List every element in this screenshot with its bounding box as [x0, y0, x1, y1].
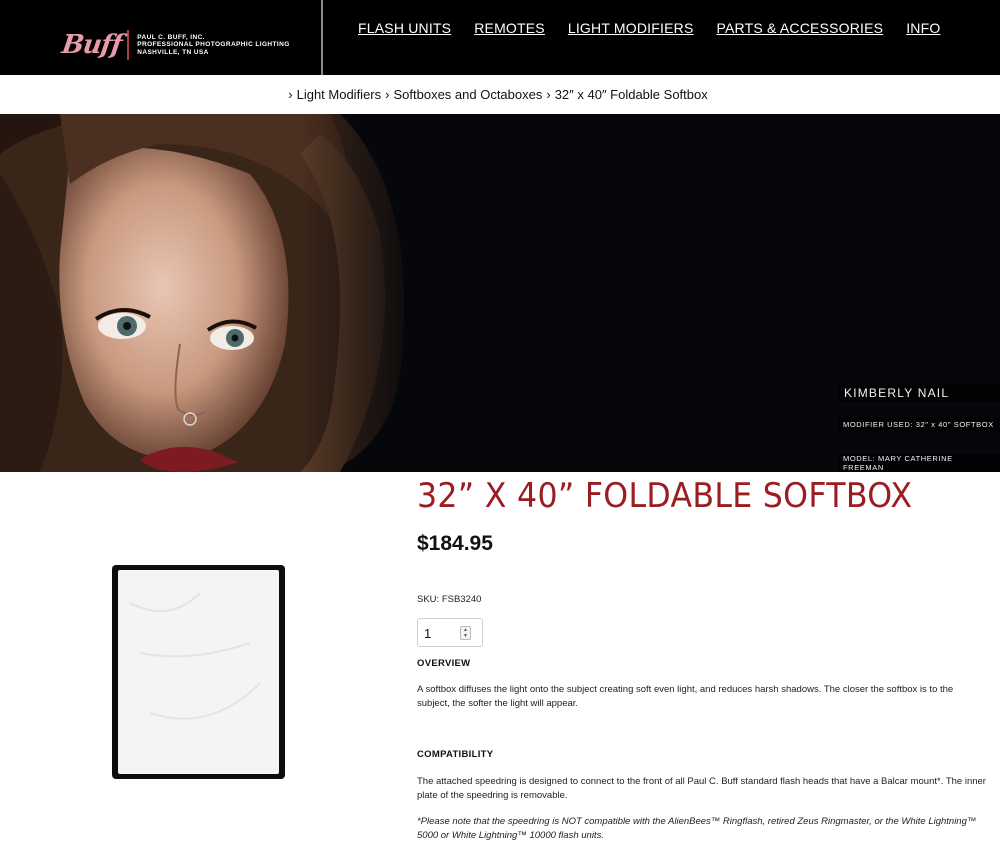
quantity-stepper[interactable]: ▲ ▼ — [417, 618, 483, 647]
portrait-photo — [0, 114, 430, 472]
logo-tagline: PAUL C. BUFF, INC. PROFESSIONAL PHOTOGRA… — [137, 34, 289, 57]
nav-info[interactable]: INFO — [906, 20, 940, 36]
logo-line-location: NASHVILLE, TN USA — [137, 48, 209, 56]
product-title: 32” X 40” FOLDABLE SOFTBOX — [417, 476, 913, 516]
compatibility-note: *Please note that the speedring is NOT c… — [417, 816, 977, 841]
site-logo[interactable]: Buff PAUL C. BUFF, INC. PROFESSIONAL PHO… — [59, 28, 290, 62]
logo-line-lighting: PROFESSIONAL PHOTOGRAPHIC LIGHTING — [137, 41, 290, 49]
logo-line-company: PAUL C. BUFF, INC. — [137, 33, 205, 41]
breadcrumb-light-modifiers[interactable]: Light Modifiers — [297, 87, 382, 102]
header-divider — [321, 0, 323, 75]
hero-banner: KIMBERLY NAIL MODIFIER USED: 32" x 40" S… — [0, 114, 1000, 472]
product-image[interactable] — [110, 563, 287, 781]
nav-flash-units[interactable]: FLASH UNITS — [358, 20, 451, 36]
quantity-spinner[interactable]: ▲ ▼ — [460, 626, 471, 640]
quantity-input[interactable] — [424, 624, 454, 642]
breadcrumb-separator: › — [546, 87, 551, 102]
breadcrumb-separator: › — [288, 87, 293, 102]
main-nav: FLASH UNITS REMOTES LIGHT MODIFIERS PART… — [358, 20, 963, 36]
compatibility-text: The attached speedring is designed to co… — [417, 776, 986, 801]
compatibility-heading: COMPATIBILITY — [417, 749, 494, 760]
logo-script: Buff — [59, 30, 124, 60]
nav-parts-accessories[interactable]: PARTS & ACCESSORIES — [717, 20, 884, 36]
nav-light-modifiers[interactable]: LIGHT MODIFIERS — [568, 20, 694, 36]
sku-value: FSB3240 — [441, 594, 482, 605]
overview-text: A softbox diffuses the light onto the su… — [417, 684, 954, 709]
breadcrumb-current: 32″ x 40″ Foldable Softbox — [554, 87, 708, 102]
product-price: $184.95 — [417, 532, 493, 555]
site-header: Buff PAUL C. BUFF, INC. PROFESSIONAL PHO… — [0, 0, 1000, 75]
photographer-credit: KIMBERLY NAIL — [838, 384, 1000, 402]
spinner-down-icon[interactable]: ▼ — [463, 633, 468, 639]
sku-label: SKU: — [417, 594, 440, 605]
breadcrumb-separator: › — [385, 87, 390, 102]
breadcrumb-softboxes[interactable]: Softboxes and Octaboxes — [393, 87, 542, 102]
overview-heading: OVERVIEW — [417, 658, 471, 669]
breadcrumb: › Light Modifiers › Softboxes and Octabo… — [0, 75, 1000, 114]
nav-remotes[interactable]: REMOTES — [474, 20, 545, 36]
model-credit: MODEL: MARY CATHERINE FREEMAN — [838, 454, 1000, 472]
modifier-credit: MODIFIER USED: 32" x 40" SOFTBOX — [838, 417, 1000, 432]
product-sku: SKU: FSB3240 — [417, 594, 481, 605]
logo-divider — [127, 30, 130, 60]
